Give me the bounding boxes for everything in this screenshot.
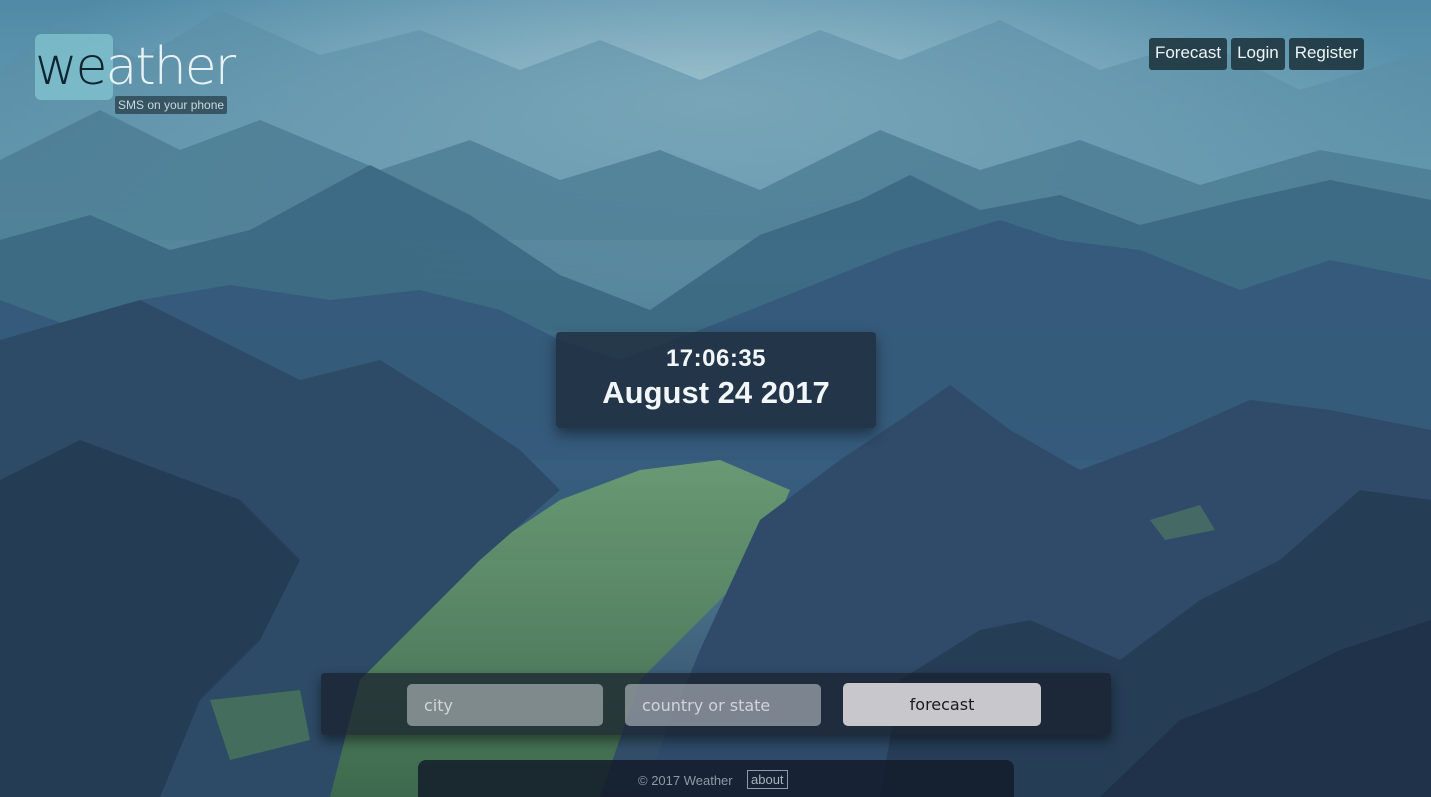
clock-time: 17:06:35 [665,345,767,372]
city-input[interactable] [407,684,603,726]
logo-wordmark-light: ather [105,37,237,97]
forecast-form: forecast [321,673,1111,735]
nav-register-button[interactable]: Register [1288,38,1364,70]
top-nav: Forecast Login Register [1148,38,1364,70]
forecast-submit-button[interactable]: forecast [843,683,1041,726]
logo-wordmark: weather [35,36,237,98]
clock-date: August 24 2017 [602,375,830,410]
nav-login-button[interactable]: Login [1231,38,1285,70]
clock-card: 17:06:35 August 24 2017 [556,332,876,428]
site-logo[interactable]: weather SMS on your phone [35,34,255,116]
footer-about-link[interactable]: about [747,770,788,789]
nav-forecast-button[interactable]: Forecast [1148,38,1228,70]
footer: © 2017 Weather about [418,760,1014,797]
country-state-input[interactable] [625,684,821,726]
footer-copyright: © 2017 Weather [638,773,733,788]
logo-tagline: SMS on your phone [115,96,228,114]
logo-wordmark-dark: we [35,37,108,97]
